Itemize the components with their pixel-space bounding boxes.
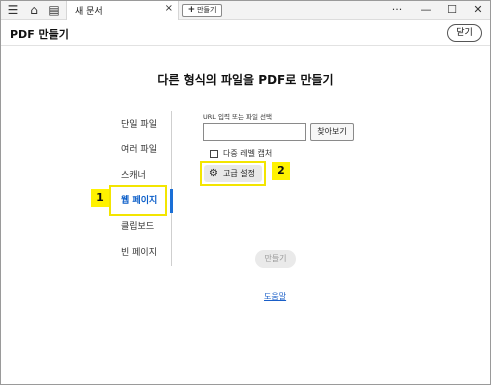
- sidebar-item-multiple-files[interactable]: 여러 파일: [96, 138, 172, 162]
- home-icon[interactable]: ⌂: [27, 3, 41, 17]
- minimize-icon[interactable]: —: [415, 2, 437, 18]
- tab-label: 새 문서: [75, 7, 103, 17]
- create-tab-label: 만들기: [197, 6, 217, 14]
- main-heading: 다른 형식의 파일을 PDF로 만들기: [157, 73, 334, 87]
- title-bar: ☰ ⌂ ▤ 새 문서 × + 만들기 ··· — ☐ ✕: [1, 1, 490, 20]
- advanced-settings-button[interactable]: ⚙ 고급 설정: [204, 165, 262, 182]
- advanced-settings-label: 고급 설정: [223, 169, 255, 178]
- maximize-icon[interactable]: ☐: [441, 2, 463, 18]
- highlight-box-web-page: [109, 185, 167, 216]
- help-link[interactable]: 도움말: [264, 291, 286, 302]
- url-label: URL 입력 또는 파일 선택: [203, 113, 272, 121]
- create-button[interactable]: 만들기: [255, 250, 296, 268]
- menu-icon[interactable]: ☰: [6, 3, 20, 17]
- tab-new-document[interactable]: 새 문서 ×: [66, 1, 179, 20]
- more-options-icon[interactable]: ···: [386, 2, 408, 18]
- sidebar-active-indicator: [170, 189, 173, 213]
- sidebar-item-blank-page[interactable]: 빈 페이지: [96, 241, 172, 265]
- gear-icon: ⚙: [209, 168, 218, 179]
- app-window: ☰ ⌂ ▤ 새 문서 × + 만들기 ··· — ☐ ✕ PDF 만들기 닫기 다…: [0, 0, 491, 385]
- url-input[interactable]: [203, 123, 306, 141]
- tool-header: PDF 만들기 닫기: [1, 21, 490, 46]
- step-badge-1: 1: [91, 189, 109, 207]
- sidebar-item-clipboard[interactable]: 클립보드: [96, 215, 172, 239]
- step-badge-2: 2: [272, 162, 290, 180]
- sidebar-item-single-file[interactable]: 단일 파일: [96, 113, 172, 137]
- create-tab-button[interactable]: + 만들기: [182, 4, 222, 17]
- browse-button[interactable]: 찾아보기: [310, 123, 354, 141]
- multilevel-capture-checkbox[interactable]: [210, 150, 218, 158]
- plus-icon: +: [187, 5, 196, 15]
- multilevel-capture-label: 다중 레벨 캡처: [223, 149, 273, 158]
- close-button[interactable]: 닫기: [447, 24, 482, 42]
- page-title: PDF 만들기: [10, 28, 69, 41]
- files-icon[interactable]: ▤: [47, 3, 61, 17]
- close-window-icon[interactable]: ✕: [467, 2, 489, 18]
- tab-close-icon[interactable]: ×: [165, 3, 173, 14]
